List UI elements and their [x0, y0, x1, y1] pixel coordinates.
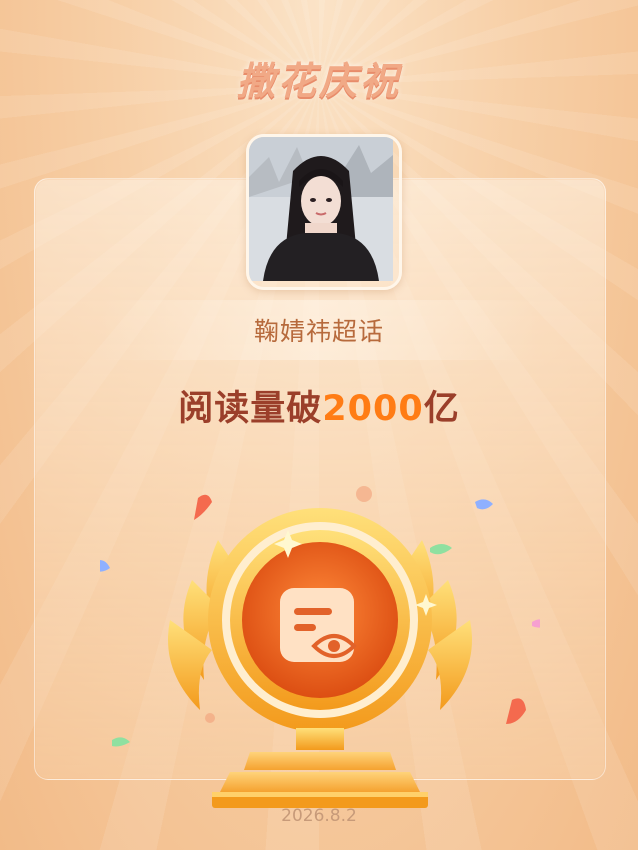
confetti-piece	[112, 737, 130, 747]
confetti-piece	[430, 544, 452, 555]
page-title: 撒花庆祝	[236, 59, 401, 103]
milestone-suffix: 亿	[423, 389, 460, 429]
milestone-text: 阅读量破2000亿	[0, 380, 638, 431]
date-label: 2026.8.2	[281, 806, 357, 826]
document-eye-icon	[280, 588, 357, 662]
topic-name[interactable]: 鞠婧祎超话	[0, 312, 638, 348]
avatar[interactable]	[246, 134, 402, 290]
confetti-piece	[506, 698, 526, 724]
milestone-prefix: 阅读量破	[178, 389, 323, 429]
confetti-piece	[92, 560, 110, 572]
milestone-number: 2000	[322, 389, 424, 429]
trophy-icon	[56, 470, 548, 824]
confetti-piece	[475, 499, 493, 510]
confetti-piece	[532, 619, 548, 628]
confetti-piece	[194, 494, 212, 520]
